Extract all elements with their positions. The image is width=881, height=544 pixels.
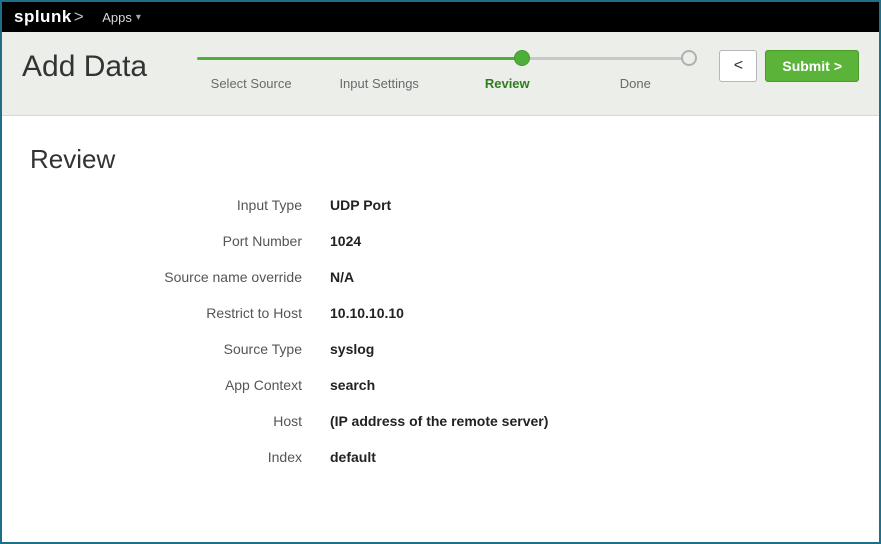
content: Review Input Type UDP Port Port Number 1… (2, 116, 879, 513)
step-review[interactable]: Review (443, 76, 571, 91)
label: Source name override (30, 269, 330, 285)
apps-label: Apps (102, 10, 132, 25)
row-app-context: App Context search (30, 377, 851, 393)
progress-future-bar (522, 57, 689, 60)
label: Index (30, 449, 330, 465)
value: UDP Port (330, 197, 391, 213)
label: Source Type (30, 341, 330, 357)
value: (IP address of the remote server) (330, 413, 548, 429)
label: Restrict to Host (30, 305, 330, 321)
value: default (330, 449, 376, 465)
section-title: Review (30, 144, 851, 175)
apps-menu[interactable]: Apps ▾ (102, 10, 141, 25)
wizard-track (197, 52, 689, 66)
submit-label: Submit (782, 58, 829, 74)
row-host: Host (IP address of the remote server) (30, 413, 851, 429)
header: Add Data Select Source Input Settings Re… (2, 32, 879, 116)
value: search (330, 377, 375, 393)
value: syslog (330, 341, 374, 357)
progress-done-bar (197, 57, 522, 60)
step-select-source[interactable]: Select Source (187, 76, 315, 91)
row-source-type: Source Type syslog (30, 341, 851, 357)
label: App Context (30, 377, 330, 393)
row-source-name-override: Source name override N/A (30, 269, 851, 285)
header-actions: < Submit > (719, 50, 859, 82)
row-port-number: Port Number 1024 (30, 233, 851, 249)
row-input-type: Input Type UDP Port (30, 197, 851, 213)
wizard-progress: Select Source Input Settings Review Done (187, 46, 699, 91)
chevron-left-icon: < (734, 57, 743, 75)
brand-logo[interactable]: splunk> (14, 7, 84, 27)
topbar: splunk> Apps ▾ (2, 2, 879, 32)
row-index: Index default (30, 449, 851, 465)
value: 10.10.10.10 (330, 305, 404, 321)
step-node-current (514, 50, 530, 66)
chevron-down-icon: ▾ (136, 12, 141, 23)
label: Port Number (30, 233, 330, 249)
label: Input Type (30, 197, 330, 213)
step-node-future (681, 50, 697, 66)
row-restrict-to-host: Restrict to Host 10.10.10.10 (30, 305, 851, 321)
back-button[interactable]: < (719, 50, 757, 82)
submit-button[interactable]: Submit > (765, 50, 859, 82)
step-done: Done (571, 76, 699, 91)
value: N/A (330, 269, 354, 285)
chevron-right-icon: > (834, 58, 842, 74)
page-title: Add Data (22, 50, 147, 84)
label: Host (30, 413, 330, 429)
brand-caret-icon: > (74, 7, 84, 27)
step-input-settings[interactable]: Input Settings (315, 76, 443, 91)
brand-name: splunk (14, 7, 72, 27)
step-labels: Select Source Input Settings Review Done (187, 76, 699, 91)
value: 1024 (330, 233, 361, 249)
